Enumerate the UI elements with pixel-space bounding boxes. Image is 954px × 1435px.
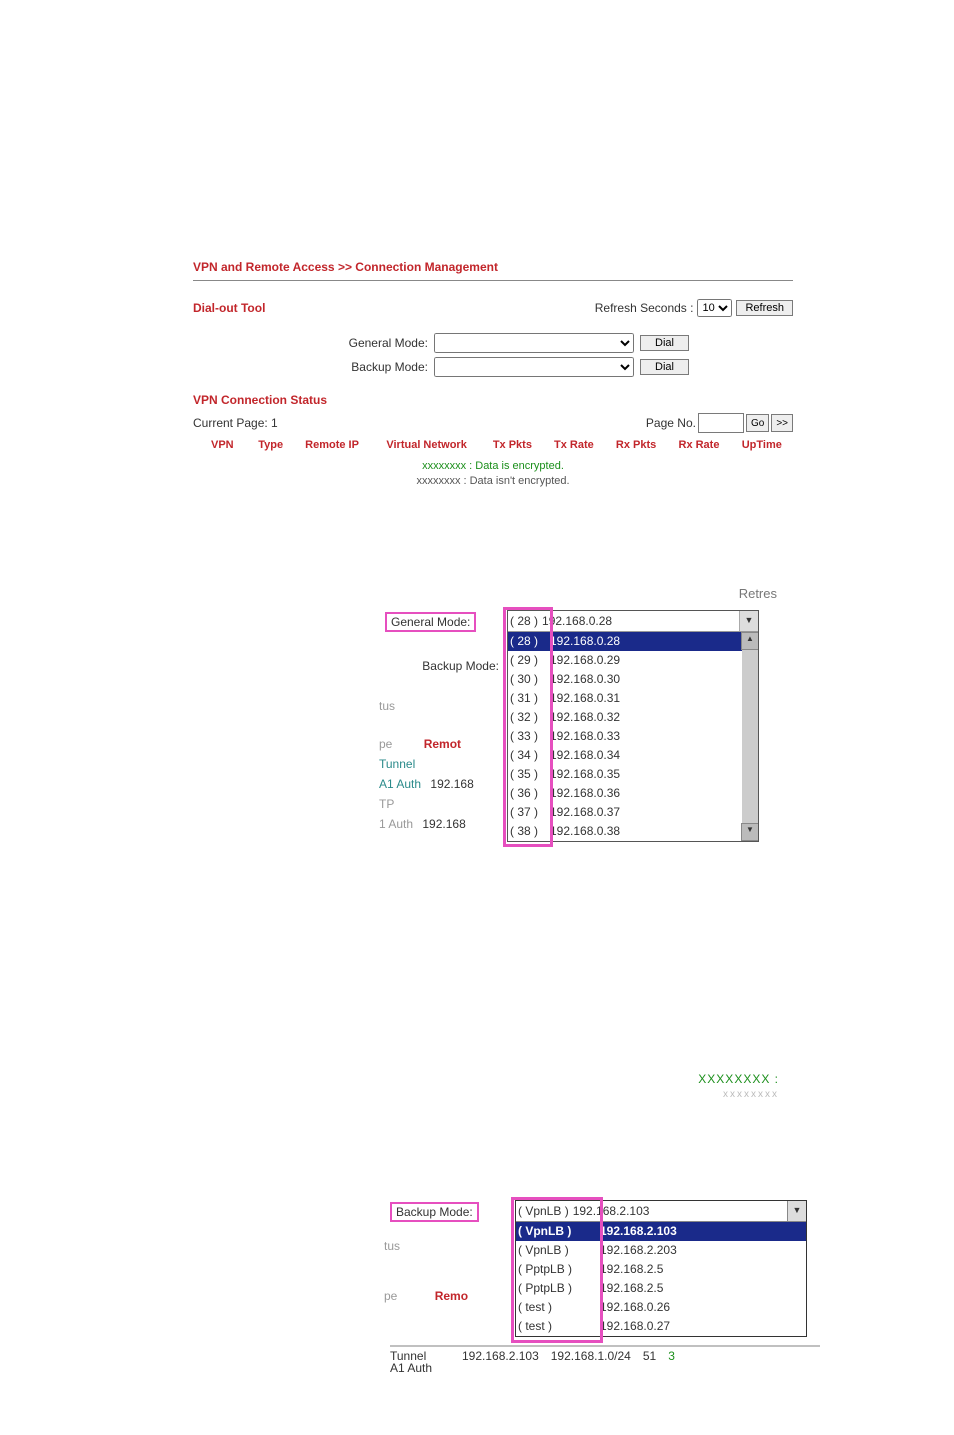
ip-fragment: 192.168 <box>422 817 465 831</box>
tunnel-label: Tunnel <box>379 757 415 771</box>
a1auth-label: A1 Auth <box>390 1361 432 1375</box>
tp-label: TP <box>379 797 394 811</box>
general-dial-button[interactable]: Dial <box>640 335 689 351</box>
th-rx-rate: Rx Rate <box>667 435 730 455</box>
legend: xxxxxxxx : Data is encrypted. xxxxxxxx :… <box>193 459 793 490</box>
text-fragment: tus <box>379 696 505 716</box>
dropdown-option[interactable]: ( 33 )192.168.0.33 <box>508 727 758 746</box>
dropdown-option[interactable]: ( 32 )192.168.0.32 <box>508 708 758 727</box>
chevron-down-icon[interactable]: ▼ <box>739 611 758 631</box>
encrypted-indicator: XXXXXXXX : <box>698 1072 779 1086</box>
dropdown-option[interactable]: ( VpnLB )192.168.2.203 <box>516 1241 806 1260</box>
chevron-down-icon[interactable]: ▼ <box>787 1201 806 1221</box>
next-page-button[interactable]: >> <box>771 414 793 432</box>
backup-mode-dropdown[interactable]: ( VpnLB ) 192.168.2.103 ▼ ( VpnLB )192.1… <box>515 1200 807 1337</box>
dropdown-selected-val: 192.168.0.28 <box>542 614 612 628</box>
dropdown-selected-name: ( VpnLB ) <box>518 1204 569 1218</box>
text-fragment: pe <box>379 737 392 751</box>
remote-header-fragment: Remo <box>435 1289 468 1303</box>
scroll-down-icon[interactable]: ▼ <box>741 823 758 841</box>
grey-indicator: xxxxxxxx <box>723 1089 779 1100</box>
dropdown-selected-idx: ( 28 ) <box>510 614 538 628</box>
dropdown-option[interactable]: ( 38 )192.168.0.38 <box>508 822 758 841</box>
dropdown-option[interactable]: ( 37 )192.168.0.37 <box>508 803 758 822</box>
general-mode-label-highlighted: General Mode: <box>385 612 476 632</box>
dropdown-option[interactable]: ( 35 )192.168.0.35 <box>508 765 758 784</box>
text-fragment: pe <box>384 1289 397 1303</box>
backup-mode-select[interactable] <box>434 357 634 377</box>
ip-fragment: 192.168 <box>430 777 473 791</box>
th-tx-rate: Tx Rate <box>543 435 605 455</box>
th-virtual-network: Virtual Network <box>371 435 482 455</box>
th-uptime: UpTime <box>731 435 793 455</box>
th-remote-ip: Remote IP <box>293 435 372 455</box>
dropdown-option[interactable]: ( PptpLB )192.168.2.5 <box>516 1260 806 1279</box>
backup-dial-button[interactable]: Dial <box>640 359 689 375</box>
th-tx-pkts: Tx Pkts <box>482 435 543 455</box>
th-type: Type <box>249 435 293 455</box>
dropdown-selected[interactable]: ( 28 ) 192.168.0.28 ▼ <box>508 611 758 632</box>
remote-header-fragment: Remot <box>424 737 461 751</box>
dropdown-scrollbar[interactable]: ▲ ▼ <box>742 632 758 841</box>
oneauth-label: 1 Auth <box>379 817 413 831</box>
dropdown-option[interactable]: ( 30 )192.168.0.30 <box>508 670 758 689</box>
dropdown-option[interactable]: ( 31 )192.168.0.31 <box>508 689 758 708</box>
backup-mode-label: Backup Mode: <box>193 360 434 374</box>
backup-mode-label-highlighted: Backup Mode: <box>390 1202 479 1222</box>
dropdown-option[interactable]: ( test )192.168.0.26 <box>516 1298 806 1317</box>
divider <box>193 280 793 281</box>
dropdown-option[interactable]: ( VpnLB )192.168.2.103 <box>516 1222 806 1241</box>
dropdown-option[interactable]: ( 36 )192.168.0.36 <box>508 784 758 803</box>
dropdown-option[interactable]: ( 34 )192.168.0.34 <box>508 746 758 765</box>
retres-label: Retres <box>739 586 777 601</box>
general-mode-select[interactable] <box>434 333 634 353</box>
refresh-seconds-select[interactable]: 10 <box>697 299 732 317</box>
dropdown-option[interactable]: ( PptpLB )192.168.2.5 <box>516 1279 806 1298</box>
backup-mode-label-fragment: Backup Mode: <box>379 656 505 676</box>
dropdown-selected[interactable]: ( VpnLB ) 192.168.2.103 ▼ <box>516 1201 806 1222</box>
general-mode-label: General Mode: <box>193 336 434 350</box>
text-fragment: tus <box>384 1236 514 1256</box>
refresh-button[interactable]: Refresh <box>736 300 793 316</box>
general-mode-dropdown[interactable]: ( 28 ) 192.168.0.28 ▼ ▲ ▼ ( 28 )192.168.… <box>507 610 759 842</box>
dropdown-option[interactable]: ( 28 )192.168.0.28 <box>508 632 758 651</box>
page-no-input[interactable] <box>698 413 744 433</box>
dropdown-selected-val: 192.168.2.103 <box>573 1204 650 1218</box>
scroll-up-icon[interactable]: ▲ <box>741 632 758 650</box>
current-page-label: Current Page: 1 <box>193 416 278 430</box>
go-button[interactable]: Go <box>746 414 769 432</box>
page-no-label: Page No. <box>646 416 696 430</box>
a1auth-label: A1 Auth <box>379 777 421 791</box>
refresh-label: Refresh Seconds : <box>595 301 694 315</box>
dropdown-option[interactable]: ( 29 )192.168.0.29 <box>508 651 758 670</box>
dialout-title: Dial-out Tool <box>193 301 265 315</box>
legend-not-encrypted: xxxxxxxx : Data isn't encrypted. <box>416 475 569 487</box>
vpn-status-table: VPN Type Remote IP Virtual Network Tx Pk… <box>193 435 793 455</box>
th-vpn: VPN <box>193 435 249 455</box>
breadcrumb: VPN and Remote Access >> Connection Mana… <box>193 260 793 280</box>
legend-encrypted: xxxxxxxx : Data is encrypted. <box>422 460 564 472</box>
vcs-title: VPN Connection Status <box>193 393 793 407</box>
dropdown-option[interactable]: ( test )192.168.0.27 <box>516 1317 806 1336</box>
th-rx-pkts: Rx Pkts <box>605 435 668 455</box>
